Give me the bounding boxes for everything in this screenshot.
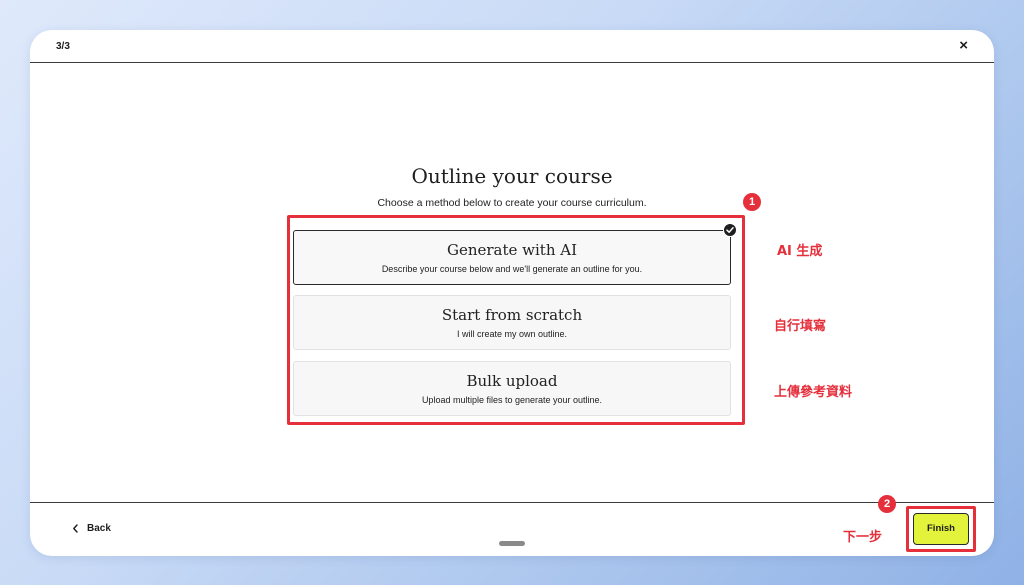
annotation-frame-options	[287, 215, 745, 425]
back-button[interactable]: Back	[72, 523, 111, 534]
step-indicator: 3/3	[56, 41, 70, 52]
chevron-left-icon	[73, 524, 78, 533]
annotation-badge-1: 1	[743, 193, 761, 211]
top-bar: 3/3 ×	[30, 30, 994, 63]
page-subtitle: Choose a method below to create your cou…	[377, 197, 647, 209]
page-title: Outline your course	[411, 164, 613, 188]
annotation-badge-2: 2	[878, 495, 896, 513]
annotation-label-next: 下一步	[843, 530, 883, 545]
back-label: Back	[87, 523, 111, 534]
drag-handle[interactable]	[499, 541, 525, 546]
close-icon[interactable]: ×	[959, 37, 968, 55]
bottom-divider	[30, 502, 994, 503]
annotation-label-ai: AI 生成	[777, 244, 823, 259]
finish-button[interactable]: Finish	[913, 513, 969, 545]
course-setup-dialog: 3/3 × Outline your course Choose a metho…	[30, 30, 994, 556]
annotation-label-scratch: 自行填寫	[774, 319, 827, 334]
annotation-label-upload: 上傳參考資料	[774, 385, 853, 400]
